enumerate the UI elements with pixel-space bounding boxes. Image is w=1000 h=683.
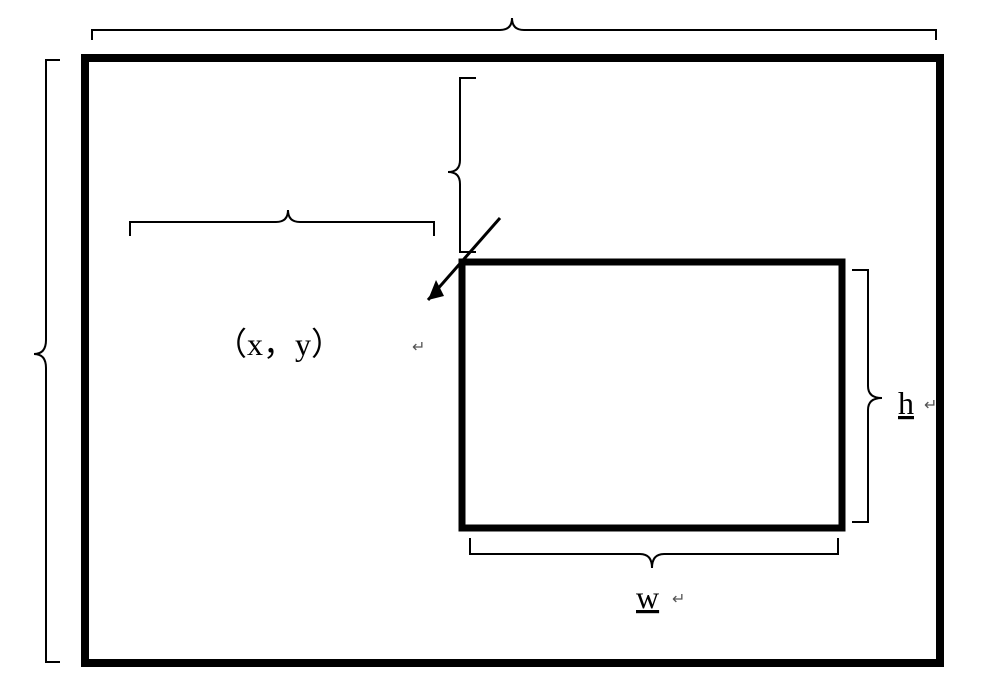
label-h: h [898,385,914,421]
brace-w [470,538,838,568]
inner-rect [462,262,842,528]
brace-y-offset [448,78,476,252]
return-mark-w: ↵ [672,591,685,608]
diagram-canvas: （x，y） ↵ h ↵ w ↵ [0,0,1000,683]
label-xy: （x，y） [215,326,343,362]
brace-h [852,270,882,522]
return-mark-h: ↵ [924,397,937,414]
outer-rect [85,58,940,663]
brace-left-outer [34,60,60,662]
label-w: w [636,579,659,615]
brace-x-offset [130,210,434,236]
brace-top-outer [92,18,936,40]
return-mark-xy: ↵ [412,339,425,356]
